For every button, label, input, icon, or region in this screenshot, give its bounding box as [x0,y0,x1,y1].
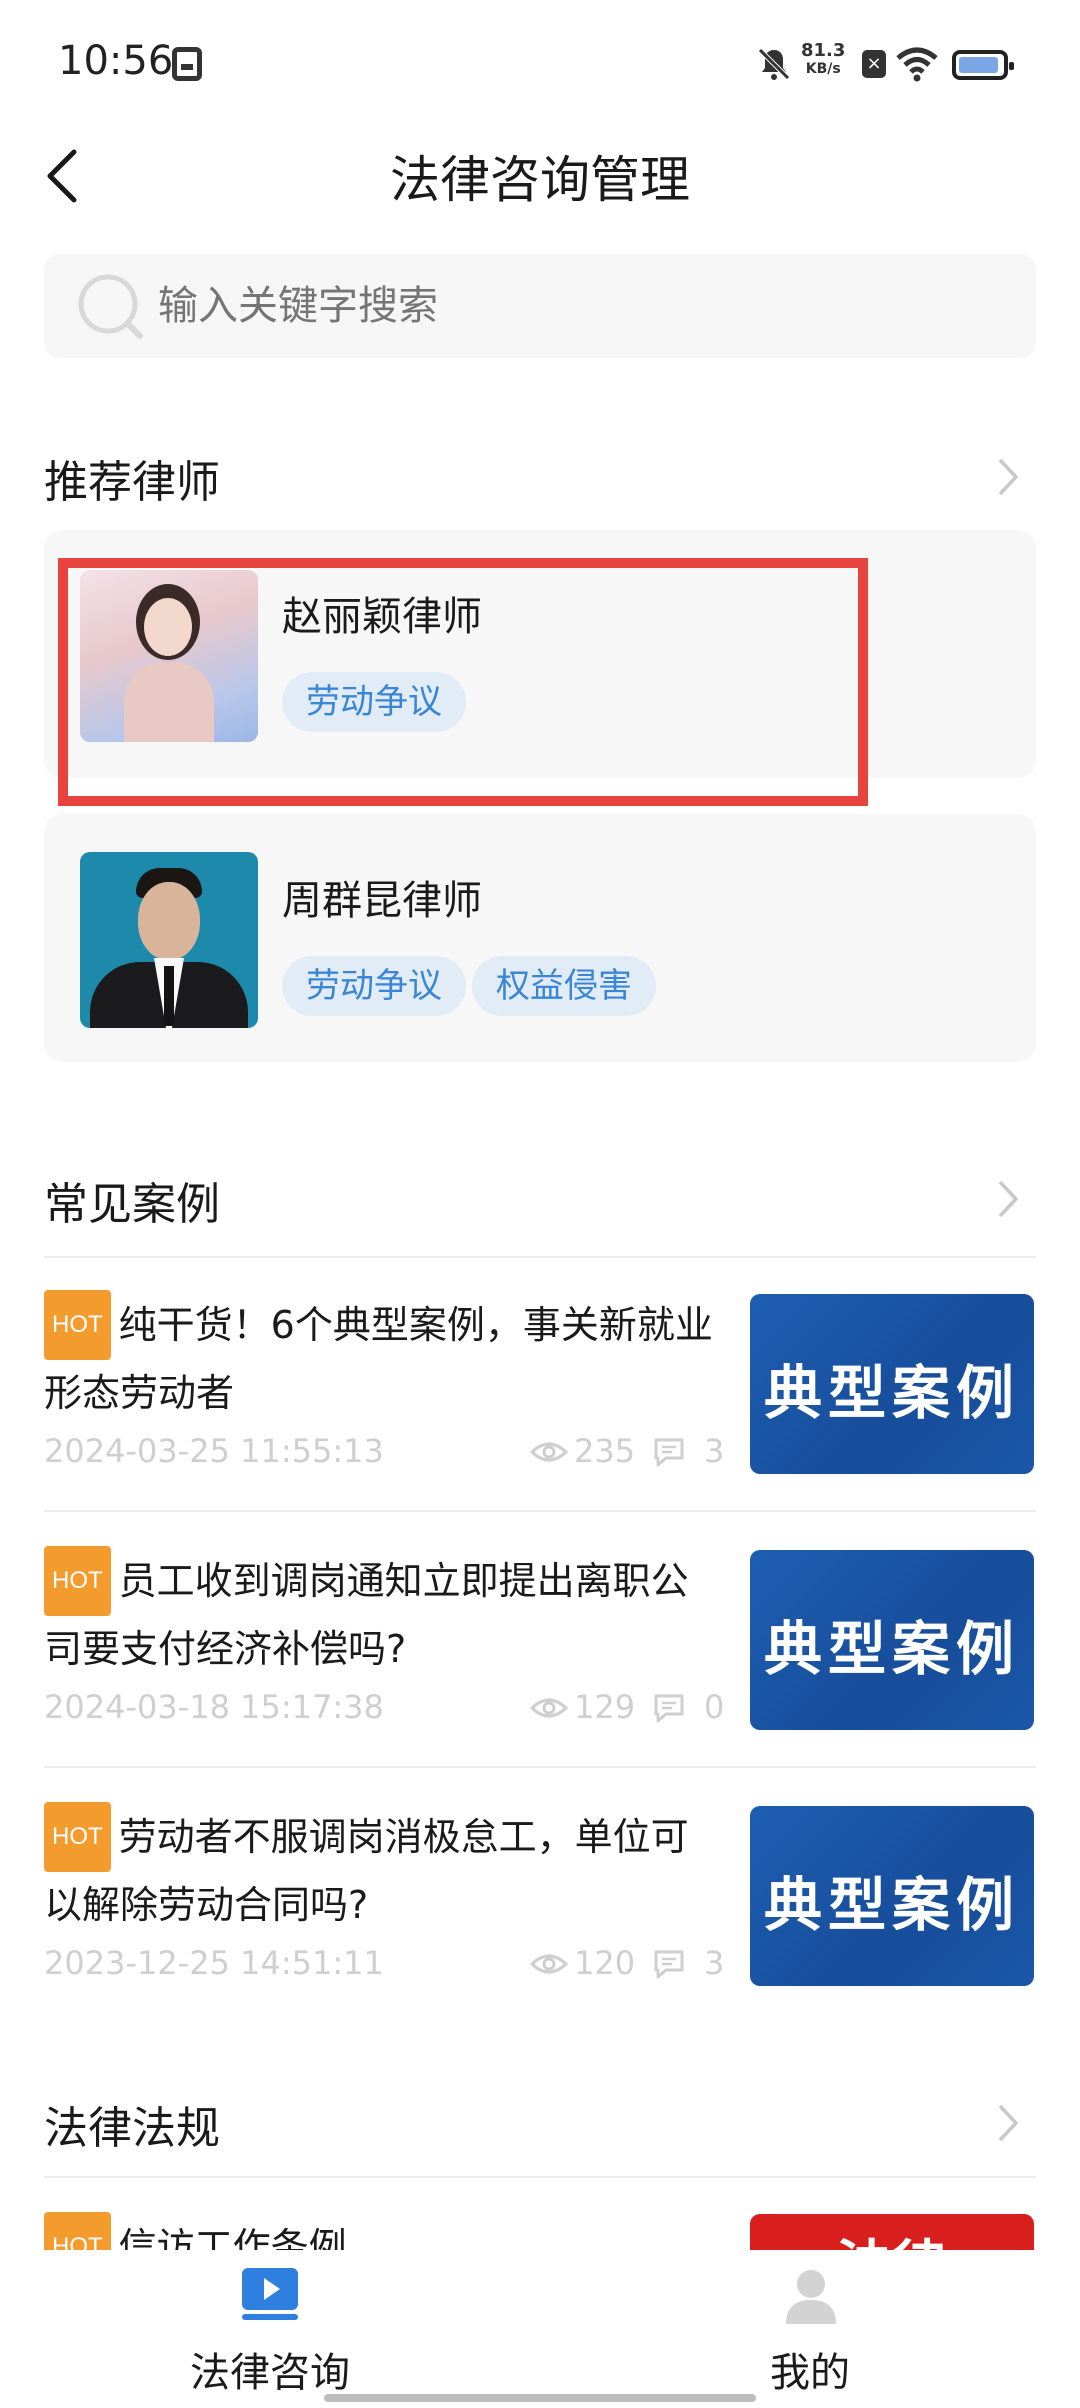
thumbnail-text: 典型案例 [763,1615,1020,1683]
chevron-right-icon[interactable] [996,1178,1020,1220]
search-input[interactable] [158,254,1008,358]
highlight-box [58,558,868,806]
hot-badge: HOT [44,1802,111,1872]
hot-badge: HOT [44,1290,111,1360]
page-title: 法律咨询管理 [390,151,690,209]
case-thumbnail: 典型案例 [750,1550,1034,1730]
eye-icon [530,1954,568,1974]
case-thumbnail: 典型案例 [750,1806,1034,1986]
law-thumbnail: 法律 [750,2214,1034,2250]
law-item[interactable]: HOT 信访工作条例 法律 [44,2210,1036,2250]
case-date: 2023-12-25 14:51:11 [44,1944,384,1982]
user-icon [786,2270,836,2324]
status-bar: 10:56 81.3 KB/s × [0,0,1080,125]
case-title-text: 纯干货！6个典型案例，事关新就业形态劳动者 [44,1303,713,1415]
case-title-text: 员工收到调岗通知立即提出离职公司要支付经济补偿吗? [44,1559,689,1671]
tab-legal-consult-label: 法律咨询 [190,2350,350,2396]
comment-icon [654,1950,684,1979]
case-title: HOT 纯干货！6个典型案例，事关新就业形态劳动者 [44,1290,724,1426]
view-count: 129 [574,1688,636,1726]
thumbnail-text: 法律 [750,2222,1034,2250]
lawyer-name: 周群昆律师 [282,878,482,924]
net-speed-unit: KB/s [805,61,841,77]
thumbnail-text: 典型案例 [763,1359,1020,1427]
lawyer-tag[interactable]: 权益侵害 [472,956,656,1016]
sd-card-icon [172,47,202,81]
lawyer-tag[interactable]: 劳动争议 [282,956,466,1016]
eye-icon [530,1442,568,1462]
play-video-icon [242,2268,298,2320]
x-box-icon: × [862,50,886,78]
comment-count: 3 [704,1944,725,1982]
lawyers-section-title: 推荐律师 [44,457,220,508]
divider [44,2176,1036,2178]
divider [44,1256,1036,1258]
divider [44,1510,1036,1512]
cases-section-title: 常见案例 [44,1179,220,1230]
avatar [80,852,258,1028]
view-count: 120 [574,1944,636,1982]
law-title-text: 信访工作条例 [118,2225,347,2250]
thumbnail-text: 典型案例 [763,1871,1020,1939]
net-speed: 81.3 KB/s [801,42,845,78]
home-indicator[interactable] [324,2394,756,2402]
battery-icon [952,50,1014,80]
case-date: 2024-03-25 11:55:13 [44,1432,384,1470]
hot-badge: HOT [44,2212,111,2250]
comment-count: 3 [704,1432,725,1470]
eye-icon [530,1698,568,1718]
case-title-text: 劳动者不服调岗消极怠工，单位可以解除劳动合同吗? [44,1815,689,1927]
view-count: 235 [574,1432,636,1470]
chevron-right-icon[interactable] [996,2102,1020,2144]
mute-bell-icon [758,48,790,80]
case-thumbnail: 典型案例 [750,1294,1034,1474]
laws-section-title: 法律法规 [44,2103,220,2154]
law-title: HOT 信访工作条例 [44,2212,724,2250]
comment-count: 0 [704,1688,725,1726]
comment-icon [654,1694,684,1723]
status-time: 10:56 [58,38,174,84]
tab-mine-label: 我的 [770,2350,850,2396]
comment-icon [654,1438,684,1467]
chevron-right-icon[interactable] [996,456,1020,498]
search-icon [78,274,143,339]
divider [44,1766,1036,1768]
case-title: HOT 员工收到调岗通知立即提出离职公司要支付经济补偿吗? [44,1546,724,1682]
case-title: HOT 劳动者不服调岗消极怠工，单位可以解除劳动合同吗? [44,1802,724,1938]
wifi-icon [896,47,938,82]
net-speed-value: 81.3 [801,40,846,61]
hot-badge: HOT [44,1546,111,1616]
case-date: 2024-03-18 15:17:38 [44,1688,384,1726]
battery-level [959,57,999,73]
